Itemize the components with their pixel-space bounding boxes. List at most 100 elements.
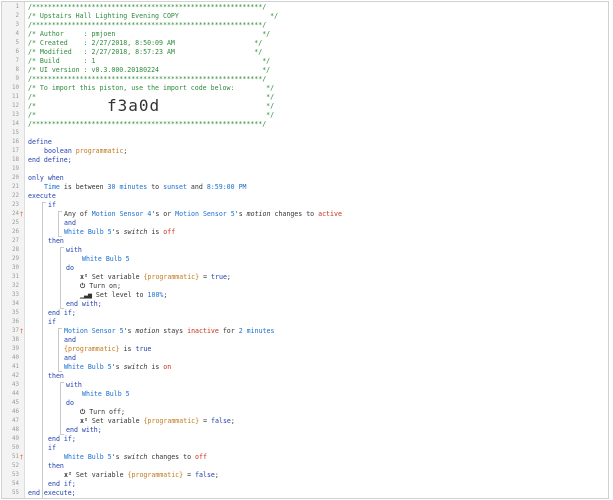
code-viewer: /***************************************… bbox=[1, 1, 609, 499]
if-keyword[interactable]: if bbox=[48, 318, 56, 327]
line-number: 55 bbox=[12, 490, 19, 496]
condition[interactable]: {programmatic} is true bbox=[64, 345, 151, 354]
line-number: 38 bbox=[12, 337, 19, 343]
comment-border: /***************************************… bbox=[28, 120, 267, 128]
comment-border: /***************************************… bbox=[28, 3, 267, 11]
line-number: 17 bbox=[12, 148, 19, 154]
line-number: 14 bbox=[12, 121, 19, 127]
if-keyword[interactable]: if bbox=[48, 201, 56, 210]
line-number: 24 bbox=[12, 211, 19, 217]
then-keyword[interactable]: then bbox=[48, 237, 64, 246]
turn-on-statement[interactable]: ⏻ Turn on; bbox=[80, 282, 121, 291]
comment-ui-version: /* UI version : v0.3.000.20180224 */ bbox=[28, 66, 271, 74]
line-number: 33 bbox=[12, 292, 19, 298]
line-number: 6 bbox=[15, 49, 20, 55]
set-variable-statement[interactable]: x² Set variable {programmatic} = false; bbox=[80, 417, 235, 426]
set-variable-statement[interactable]: x² Set variable {programmatic} = false; bbox=[64, 471, 219, 480]
line-number: 39 bbox=[12, 346, 19, 352]
line-number: 3 bbox=[15, 22, 20, 28]
comment-created: /* Created : 2/27/2018, 8:50:09 AM */ bbox=[28, 39, 263, 47]
line-number: 18 bbox=[12, 157, 19, 163]
end-define-line: end define; bbox=[28, 156, 72, 164]
only-when-line: only when bbox=[28, 174, 64, 182]
end-if-keyword[interactable]: end if; bbox=[48, 309, 76, 318]
line-number: 43 bbox=[12, 382, 19, 388]
line-number: 7 bbox=[15, 58, 20, 64]
line-number: 54 bbox=[12, 481, 19, 487]
line-number: 41 bbox=[12, 364, 19, 370]
condition[interactable]: White Bulb 5's switch is on bbox=[64, 363, 171, 372]
line-number: 32 bbox=[12, 283, 19, 289]
block-bracket bbox=[60, 382, 64, 435]
trigger-condition[interactable]: Any of Motion Sensor 4's or Motion Senso… bbox=[64, 210, 342, 219]
line-number: 1 bbox=[15, 4, 20, 10]
line-number: 25 bbox=[12, 220, 19, 226]
define-line: define bbox=[28, 138, 52, 146]
device-reference[interactable]: White Bulb 5 bbox=[82, 390, 130, 399]
import-code[interactable]: f3a0d bbox=[107, 97, 160, 115]
block-bracket bbox=[58, 328, 62, 372]
comment-title: /* Upstairs Hall Lighting Evening COPY *… bbox=[28, 12, 279, 20]
block-bracket bbox=[58, 211, 62, 237]
line-number: 21 bbox=[12, 184, 19, 190]
and-operator[interactable]: and bbox=[64, 219, 76, 228]
then-keyword[interactable]: then bbox=[48, 372, 64, 381]
do-keyword[interactable]: do bbox=[66, 264, 74, 273]
line-number: 40 bbox=[12, 355, 19, 361]
set-variable-statement[interactable]: x² Set variable {programmatic} = true; bbox=[80, 273, 231, 282]
restriction-condition[interactable]: Time is between 30 minutes to sunset and… bbox=[44, 183, 247, 192]
line-number: 5 bbox=[15, 40, 20, 46]
line-number: 51 bbox=[12, 454, 19, 460]
trigger-condition[interactable]: White Bulb 5's switch changes to off bbox=[64, 453, 207, 462]
line-number: 35 bbox=[12, 310, 19, 316]
do-keyword[interactable]: do bbox=[66, 399, 74, 408]
then-keyword[interactable]: then bbox=[48, 462, 64, 471]
line-number: 49 bbox=[12, 436, 19, 442]
trigger-condition[interactable]: Motion Sensor 5's motion stays inactive … bbox=[64, 327, 274, 336]
variable-icon: x² bbox=[80, 273, 88, 281]
trigger-marker-icon: † bbox=[19, 211, 24, 218]
line-number: 46 bbox=[12, 409, 19, 415]
condition[interactable]: White Bulb 5's switch is off bbox=[64, 228, 175, 237]
end-if-keyword[interactable]: end if; bbox=[48, 480, 76, 489]
end-execute-line: end execute; bbox=[28, 489, 76, 497]
turn-off-statement[interactable]: ⏻ Turn off; bbox=[80, 408, 125, 417]
if-keyword[interactable]: if bbox=[48, 444, 56, 453]
line-number: 31 bbox=[12, 274, 19, 280]
line-number: 2 bbox=[15, 13, 20, 19]
line-number: 26 bbox=[12, 229, 19, 235]
line-number: 4 bbox=[15, 31, 20, 37]
line-number: 16 bbox=[12, 139, 19, 145]
line-number: 37 bbox=[12, 328, 19, 334]
line-number: 13 bbox=[12, 112, 19, 118]
line-number: 10 bbox=[12, 85, 19, 91]
line-number: 23 bbox=[12, 202, 19, 208]
line-number: 53 bbox=[12, 472, 19, 478]
set-level-statement[interactable]: ▁▃▅ Set level to 100%; bbox=[80, 291, 167, 300]
line-number: 45 bbox=[12, 400, 19, 406]
line-number: 27 bbox=[12, 238, 19, 244]
line-number: 11 bbox=[12, 94, 19, 100]
and-operator[interactable]: and bbox=[64, 336, 76, 345]
line-number: 12 bbox=[12, 103, 19, 109]
line-number: 28 bbox=[12, 247, 19, 253]
and-operator[interactable]: and bbox=[64, 354, 76, 363]
variable-icon: x² bbox=[64, 471, 72, 479]
comment-modified: /* Modified : 2/27/2018, 8:57:23 AM */ bbox=[28, 48, 263, 56]
with-keyword[interactable]: with bbox=[66, 246, 82, 255]
trigger-marker-icon: † bbox=[19, 454, 24, 461]
line-number: 52 bbox=[12, 463, 19, 469]
with-keyword[interactable]: with bbox=[66, 381, 82, 390]
line-number: 19 bbox=[12, 166, 19, 172]
variable-declaration[interactable]: boolean programmatic; bbox=[44, 147, 127, 156]
end-with-keyword[interactable]: end with; bbox=[66, 426, 102, 435]
end-if-keyword[interactable]: end if; bbox=[48, 435, 76, 444]
line-number: 15 bbox=[12, 130, 19, 136]
trigger-marker-icon: † bbox=[19, 328, 24, 335]
line-number: 8 bbox=[15, 67, 20, 73]
end-with-keyword[interactable]: end with; bbox=[66, 300, 102, 309]
comment-author: /* Author : pmjoen */ bbox=[28, 30, 271, 38]
device-reference[interactable]: White Bulb 5 bbox=[82, 255, 130, 264]
line-number: 22 bbox=[12, 193, 19, 199]
line-number: 47 bbox=[12, 418, 19, 424]
